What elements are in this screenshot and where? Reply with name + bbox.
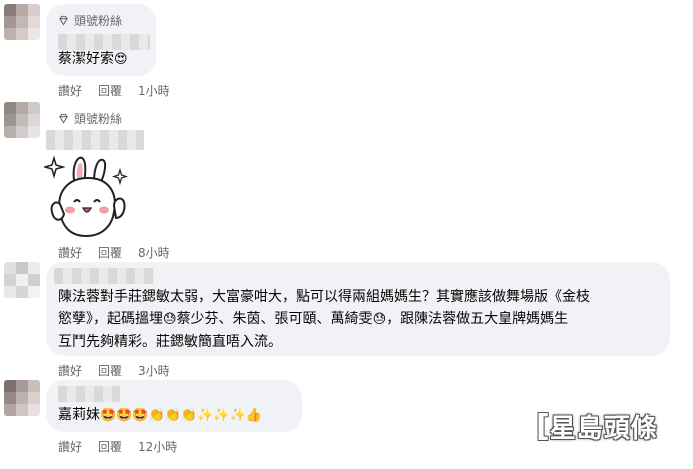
logo-text: 星島頭條 xyxy=(549,414,658,444)
avatar[interactable] xyxy=(4,102,40,138)
like-button[interactable]: 讚好 xyxy=(58,244,82,261)
timestamp[interactable]: 8小時 xyxy=(138,244,170,261)
badge-label: 頭號粉絲 xyxy=(74,112,123,126)
avatar[interactable] xyxy=(4,4,40,40)
like-button[interactable]: 讚好 xyxy=(58,362,82,379)
sing-tao-headline-logo: [ 星島頭條 xyxy=(536,408,658,445)
diamond-icon xyxy=(59,113,68,124)
comment-line: 陳法蓉對手莊鍶敏太弱，大富豪咁大，點可以得兩組媽媽生？其實應該做舞場版《金枝 xyxy=(58,289,590,305)
comment-text: 嘉莉妹🤩🤩🤩👏👏👏✨✨✨👍 xyxy=(58,404,262,427)
timestamp[interactable]: 12小時 xyxy=(138,438,177,455)
logo-bracket: [ xyxy=(536,409,550,444)
commenter-name[interactable] xyxy=(46,130,144,150)
emoji: 😓 xyxy=(372,312,387,327)
timestamp[interactable]: 1小時 xyxy=(138,82,170,99)
reply-button[interactable]: 回覆 xyxy=(98,362,122,379)
top-fan-badge: 頭號粉絲 xyxy=(58,110,122,127)
top-fan-badge: 頭號粉絲 xyxy=(58,12,122,29)
comment-actions: 讚好 回覆 8小時 xyxy=(58,244,170,261)
badge-label: 頭號粉絲 xyxy=(74,14,123,28)
avatar[interactable] xyxy=(4,380,40,416)
comment-actions: 讚好 回覆 12小時 xyxy=(58,438,177,455)
like-button[interactable]: 讚好 xyxy=(58,438,82,455)
comment-text: 陳法蓉對手莊鍶敏太弱，大富豪咁大，點可以得兩組媽媽生？其實應該做舞場版《金枝 慾… xyxy=(58,286,664,353)
commenter-name[interactable] xyxy=(54,268,154,284)
comment-actions: 讚好 回覆 1小時 xyxy=(58,82,170,99)
reply-button[interactable]: 回覆 xyxy=(98,438,122,455)
reply-button[interactable]: 回覆 xyxy=(98,82,122,99)
comment-line: 慾孽》，起碼搵埋😓蔡少芬、朱茵、張可頤、萬綺雯😓，跟陳法蓉做五大皇牌媽媽生 xyxy=(58,308,664,331)
bunny-sticker xyxy=(44,155,128,238)
comment-actions: 讚好 回覆 3小時 xyxy=(58,362,170,379)
reply-button[interactable]: 回覆 xyxy=(98,244,122,261)
emoji: 😓 xyxy=(163,312,177,327)
commenter-name[interactable] xyxy=(58,386,120,402)
comment-text: 蔡潔好索😍 xyxy=(58,48,128,71)
like-button[interactable]: 讚好 xyxy=(58,82,82,99)
emoji-sequence: 🤩🤩🤩👏👏👏✨✨✨👍 xyxy=(100,408,262,423)
avatar[interactable] xyxy=(4,262,40,298)
comment-line: 互鬥先夠精彩。莊鍶敏簡直唔入流。 xyxy=(58,334,282,350)
emoji: 😍 xyxy=(114,52,128,67)
diamond-icon xyxy=(59,15,68,26)
timestamp[interactable]: 3小時 xyxy=(138,362,170,379)
